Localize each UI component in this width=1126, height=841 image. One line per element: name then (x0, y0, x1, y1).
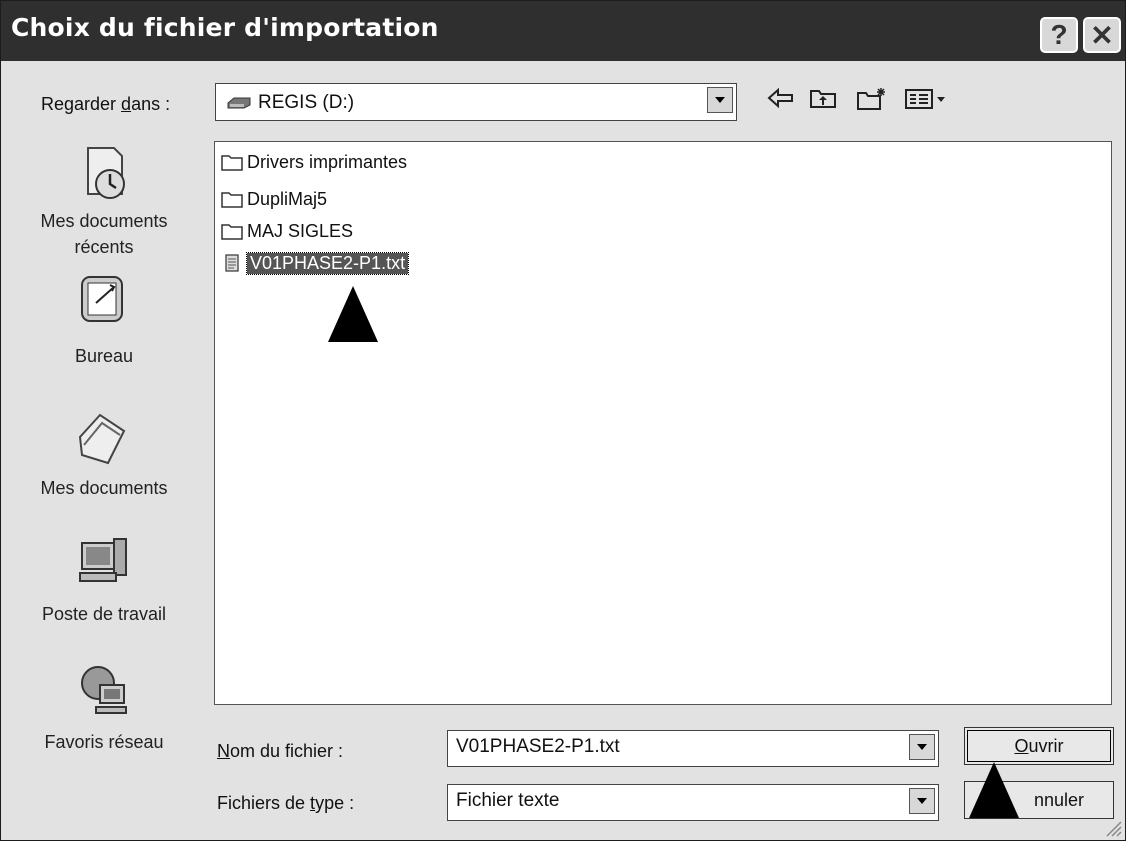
desktop-icon (74, 273, 134, 329)
file-type-value: Fichier texte (456, 790, 560, 811)
my-documents-icon (74, 409, 134, 465)
list-item-folder[interactable]: Drivers imprimantes (221, 150, 407, 174)
title-bar[interactable]: Choix du fichier d'importation ? ✕ (1, 1, 1125, 61)
drive-icon (226, 96, 252, 115)
list-item-folder[interactable]: MAJ SIGLES (221, 219, 353, 243)
look-in-label: Regarder dans : (41, 94, 171, 114)
view-menu-icon[interactable] (904, 87, 948, 117)
new-folder-icon[interactable] (856, 87, 888, 117)
look-in-dropdown[interactable] (707, 87, 733, 113)
dialog-title: Choix du fichier d'importation (11, 13, 439, 42)
chevron-down-icon (917, 744, 927, 750)
place-recent-documents[interactable]: Mes documents récents (1, 144, 207, 260)
back-icon[interactable] (767, 87, 795, 115)
file-name-dropdown[interactable] (909, 734, 935, 760)
file-name: V01PHASE2-P1.txt (245, 251, 410, 275)
look-in-value: REGIS (D:) (258, 92, 355, 113)
folder-icon (221, 155, 243, 171)
help-icon: ? (1050, 19, 1068, 50)
resize-grip-icon[interactable] (1103, 818, 1123, 838)
place-label: Mes documents récents (40, 211, 168, 257)
file-type-dropdown[interactable] (909, 788, 935, 814)
pointer-marker-triangle (328, 286, 378, 342)
recent-documents-icon (74, 144, 134, 200)
file-name: MAJ SIGLES (247, 220, 354, 241)
place-label: Bureau (74, 346, 134, 366)
file-name: DupliMaj5 (247, 188, 328, 209)
file-name-label: Nom du fichier : (217, 741, 344, 761)
close-icon: ✕ (1090, 19, 1114, 51)
help-button[interactable]: ? (1040, 17, 1078, 53)
place-desktop[interactable]: Bureau (1, 273, 207, 369)
folder-icon (221, 224, 243, 240)
chevron-down-icon (715, 97, 725, 103)
open-button[interactable]: Ouvrir (964, 727, 1114, 765)
close-button[interactable]: ✕ (1083, 17, 1121, 53)
file-list[interactable]: Drivers imprimantes DupliMaj5 MAJ SIGLES… (214, 141, 1112, 705)
network-places-icon (74, 661, 134, 717)
place-label: Poste de travail (41, 604, 167, 624)
place-my-computer[interactable]: Poste de travail (1, 533, 207, 627)
up-folder-icon[interactable] (809, 87, 837, 115)
place-label: Favoris réseau (44, 732, 164, 752)
file-name: Drivers imprimantes (247, 151, 408, 172)
place-my-documents[interactable]: Mes documents (1, 409, 207, 501)
place-label: Mes documents (40, 478, 168, 498)
chevron-down-icon (917, 798, 927, 804)
folder-icon (221, 192, 243, 208)
file-name-input[interactable]: V01PHASE2-P1.txt (447, 730, 939, 767)
file-name-value: V01PHASE2-P1.txt (456, 736, 620, 757)
list-item-folder[interactable]: DupliMaj5 (221, 187, 327, 211)
look-in-select[interactable]: REGIS (D:) (215, 83, 737, 121)
file-type-label: Fichiers de type : (217, 793, 355, 813)
my-computer-icon (74, 533, 134, 589)
list-item-file-selected[interactable]: V01PHASE2-P1.txt (221, 251, 410, 275)
place-network[interactable]: Favoris réseau (1, 661, 207, 755)
file-dialog: Choix du fichier d'importation ? ✕ Regar… (0, 0, 1126, 841)
file-type-select[interactable]: Fichier texte (447, 784, 939, 821)
text-file-icon (225, 254, 239, 272)
pointer-marker-triangle (969, 762, 1019, 818)
